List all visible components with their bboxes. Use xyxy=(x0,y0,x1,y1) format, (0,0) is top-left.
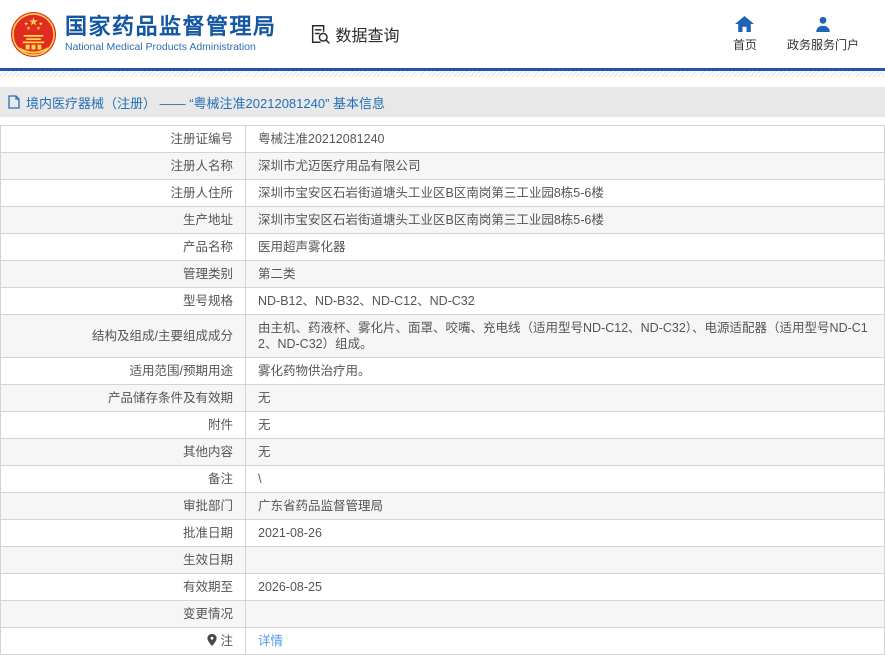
table-row: 结构及组成/主要组成成分 由主机、药液杯、雾化片、面罩、咬嘴、充电线（适用型号ND… xyxy=(0,314,885,358)
row-label: 备注 xyxy=(0,465,246,493)
row-value: 深圳市宝安区石岩街道塘头工业区B区南岗第三工业园8栋5-6楼 xyxy=(245,206,885,234)
row-value: 广东省药品监督管理局 xyxy=(245,492,885,520)
table-row: 型号规格 ND-B12、ND-B32、ND-C12、ND-C32 xyxy=(0,287,885,315)
row-value: 深圳市宝安区石岩街道塘头工业区B区南岗第三工业园8栋5-6楼 xyxy=(245,179,885,207)
table-row: 其他内容无 xyxy=(0,438,885,466)
row-label: 注册证编号 xyxy=(0,125,246,153)
row-value: 详情 xyxy=(245,627,885,655)
registration-info-table: 注册证编号 粤械注准20212081240 注册人名称 深圳市尤迈医疗用品有限公司 注册… xyxy=(0,125,885,655)
row-label: 管理类别 xyxy=(0,260,246,288)
page-title: 境内医疗器械（注册） —— “粤械注准20212081240” 基本信息 xyxy=(26,95,386,111)
table-row: 有效期至 2026-08-25 xyxy=(0,573,885,601)
table-row: 管理类别 第二类 xyxy=(0,260,885,288)
row-label: 有效期至 xyxy=(0,573,246,601)
detail-link[interactable]: 详情 xyxy=(258,634,283,648)
row-value: 无 xyxy=(245,384,885,412)
row-label: 注册人名称 xyxy=(0,152,246,180)
table-row: 变更情况 xyxy=(0,600,885,628)
row-label: 生效日期 xyxy=(0,546,246,574)
row-value: \ xyxy=(245,465,885,493)
header-hatch-strip xyxy=(0,71,885,77)
row-value: 无 xyxy=(245,411,885,439)
row-label: 结构及组成/主要组成成分 xyxy=(0,314,246,358)
row-value: 雾化药物供治疗用。 xyxy=(245,357,885,385)
row-label: 产品储存条件及有效期 xyxy=(0,384,246,412)
document-icon xyxy=(8,95,20,109)
nav-home[interactable]: 首页 xyxy=(732,15,757,53)
org-name-en: National Medical Products Administration xyxy=(65,41,256,54)
row-value: 粤械注准20212081240 xyxy=(245,125,885,153)
row-label: 审批部门 xyxy=(0,492,246,520)
data-query-nav[interactable]: 数据查询 xyxy=(309,22,400,46)
row-label: 其他内容 xyxy=(0,438,246,466)
row-label: 型号规格 xyxy=(0,287,246,315)
row-value: ND-B12、ND-B32、ND-C12、ND-C32 xyxy=(245,287,885,315)
row-value: 医用超声雾化器 xyxy=(245,233,885,261)
nmpa-logo[interactable]: 国家药品监督管理局 National Medical Products Admi… xyxy=(10,11,277,58)
table-row: 批准日期 2021-08-26 xyxy=(0,519,885,547)
row-label: 批准日期 xyxy=(0,519,246,547)
org-name-cn: 国家药品监督管理局 xyxy=(65,13,277,39)
nav-home-label: 首页 xyxy=(732,37,757,52)
pin-icon xyxy=(207,634,218,646)
row-value: 2026-08-25 xyxy=(245,573,885,601)
row-label: 变更情况 xyxy=(0,600,246,628)
page-title-bar: 境内医疗器械（注册） —— “粤械注准20212081240” 基本信息 xyxy=(0,87,885,117)
top-nav: 首页 政务服务门户 xyxy=(732,15,867,53)
nav-portal[interactable]: 政务服务门户 xyxy=(787,16,859,53)
row-label: 适用范围/预期用途 xyxy=(0,357,246,385)
row-label: 产品名称 xyxy=(0,233,246,261)
row-label: 附件 xyxy=(0,411,246,439)
row-label: 注册人住所 xyxy=(0,179,246,207)
row-value xyxy=(245,600,885,628)
table-row: 注册人住所 深圳市宝安区石岩街道塘头工业区B区南岗第三工业园8栋5-6楼 xyxy=(0,179,885,207)
home-icon xyxy=(735,15,755,32)
table-row: 生产地址 深圳市宝安区石岩街道塘头工业区B区南岗第三工业园8栋5-6楼 xyxy=(0,206,885,234)
user-icon xyxy=(816,16,830,32)
row-value: 深圳市尤迈医疗用品有限公司 xyxy=(245,152,885,180)
table-row: 产品名称 医用超声雾化器 xyxy=(0,233,885,261)
national-emblem-icon xyxy=(10,11,57,57)
document-search-icon xyxy=(311,25,330,44)
info-table-body: 注册证编号 粤械注准20212081240 注册人名称 深圳市尤迈医疗用品有限公司 注册… xyxy=(0,125,885,655)
table-row: 生效日期 xyxy=(0,546,885,574)
row-value xyxy=(245,546,885,574)
row-value: 无 xyxy=(245,438,885,466)
table-row: 注册证编号 粤械注准20212081240 xyxy=(0,125,885,153)
table-row: 备注 \ xyxy=(0,465,885,493)
nav-portal-label: 政务服务门户 xyxy=(786,37,859,52)
row-label: 生产地址 xyxy=(0,206,246,234)
table-row: 注详情 xyxy=(0,627,885,655)
site-header: 国家药品监督管理局 National Medical Products Admi… xyxy=(0,0,885,68)
table-row: 审批部门 广东省药品监督管理局 xyxy=(0,492,885,520)
table-row: 适用范围/预期用途 雾化药物供治疗用。 xyxy=(0,357,885,385)
table-row: 产品储存条件及有效期无 xyxy=(0,384,885,412)
table-row: 注册人名称 深圳市尤迈医疗用品有限公司 xyxy=(0,152,885,180)
row-value: 2021-08-26 xyxy=(245,519,885,547)
row-value: 第二类 xyxy=(245,260,885,288)
row-value: 由主机、药液杯、雾化片、面罩、咬嘴、充电线（适用型号ND-C12、ND-C32）… xyxy=(245,314,885,358)
row-label: 注 xyxy=(0,627,246,655)
table-row: 附件无 xyxy=(0,411,885,439)
data-query-label: 数据查询 xyxy=(335,28,400,45)
